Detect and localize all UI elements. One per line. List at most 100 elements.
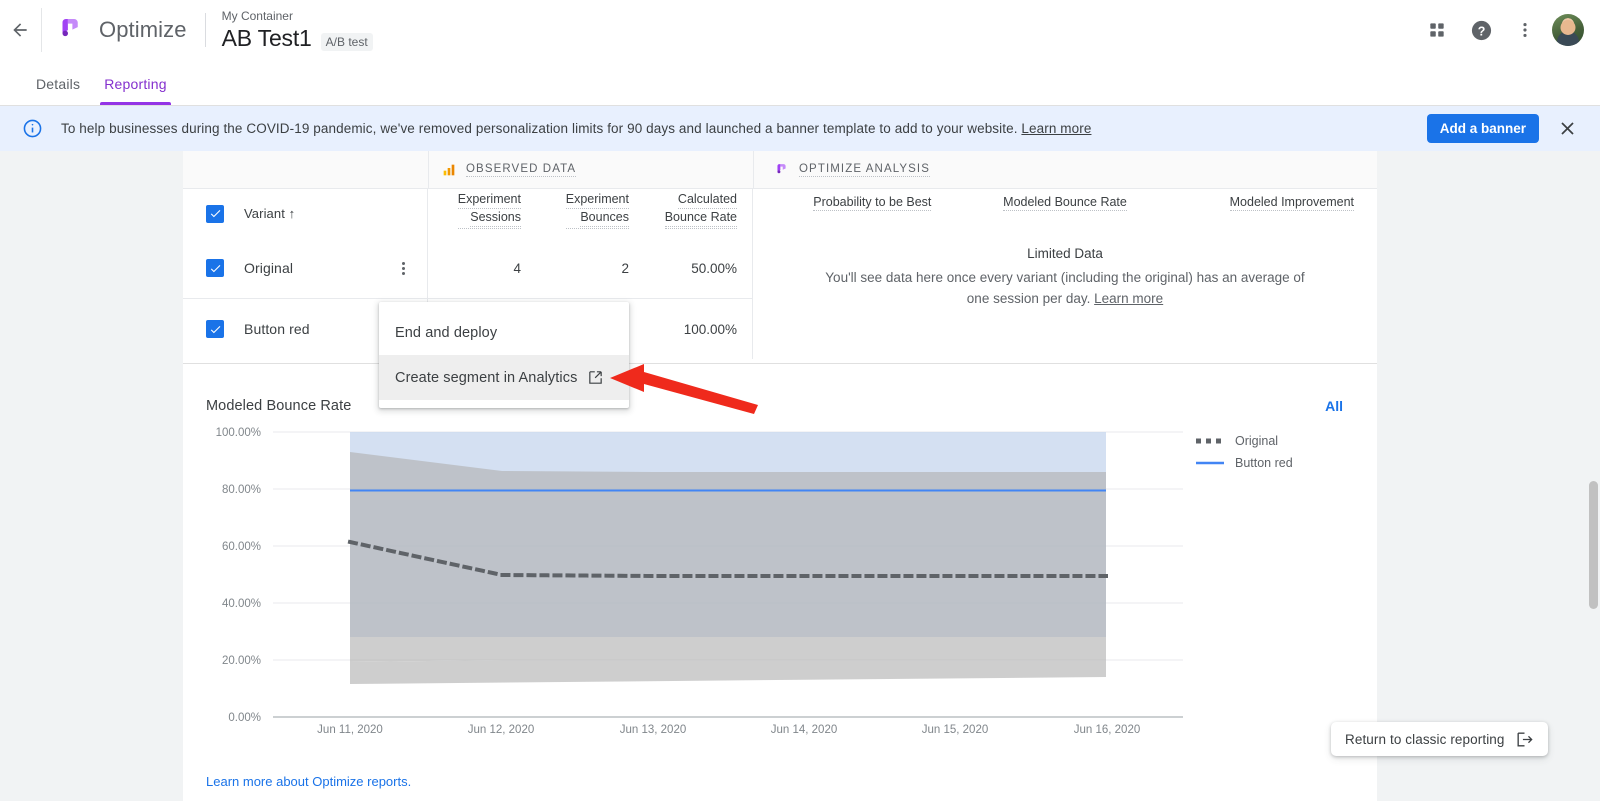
notice-text: To help businesses during the COVID-19 p…	[61, 121, 1091, 136]
menu-item-label: End and deploy	[395, 325, 497, 341]
experiment-title-block: My Container AB Test1 A/B test	[222, 9, 373, 52]
limited-data-title: Limited Data	[813, 246, 1317, 261]
experiment-type-badge: A/B test	[321, 33, 373, 51]
help-glyph: ?	[1470, 19, 1493, 42]
chart-legend: Original Button red	[1195, 434, 1293, 470]
legend-item-original[interactable]: Original	[1195, 434, 1293, 448]
analysis-headers: Probability to be Best Modeled Bounce Ra…	[753, 189, 1377, 238]
more-vert-icon[interactable]	[1508, 13, 1542, 47]
observed-headers: Experiment Sessions Experiment Bounces C…	[428, 189, 752, 238]
svg-text:?: ?	[1477, 24, 1485, 38]
close-icon[interactable]	[1557, 118, 1584, 139]
group-observed-data: OBSERVED DATA	[428, 151, 753, 188]
vertical-scrollbar-thumb[interactable]	[1589, 481, 1598, 609]
check-glyph	[209, 207, 222, 220]
chart-title: Modeled Bounce Rate	[206, 398, 351, 414]
svg-text:Jun 14, 2020: Jun 14, 2020	[771, 724, 838, 736]
limited-data-body: You'll see data here once every variant …	[813, 267, 1317, 309]
header-line-2: Bounce Rate	[665, 209, 737, 227]
page-title: AB Test1	[222, 25, 312, 52]
exit-to-app-icon	[1515, 730, 1534, 749]
svg-text:60.00%: 60.00%	[222, 541, 261, 553]
legend-swatch-solid	[1195, 460, 1225, 466]
container-name: My Container	[222, 9, 373, 24]
close-glyph	[1557, 118, 1578, 139]
header-line-1: Experiment	[566, 191, 629, 209]
notice-message: To help businesses during the COVID-19 p…	[61, 121, 1018, 136]
svg-text:20.00%: 20.00%	[222, 655, 261, 667]
chart-svg: 100.00% 80.00% 60.00% 40.00% 20.00% 0.00…	[183, 422, 1377, 762]
menu-item-end-and-deploy[interactable]: End and deploy	[379, 310, 629, 355]
limited-learn-more-link[interactable]: Learn more	[1094, 291, 1163, 306]
help-circle-icon[interactable]: ?	[1464, 13, 1498, 47]
chart-y-axis-labels: 100.00% 80.00% 60.00% 40.00% 20.00% 0.00…	[216, 427, 261, 724]
limited-data-message: Limited Data You'll see data here once e…	[753, 238, 1377, 309]
limited-body-line-2: one session per day.	[967, 291, 1091, 306]
select-all-checkbox[interactable]	[206, 205, 224, 223]
header-line-2: Sessions	[470, 209, 521, 227]
row-checkbox-original[interactable]	[206, 259, 224, 277]
tab-bar: Details Reporting	[0, 60, 1600, 106]
check-glyph	[209, 323, 222, 336]
svg-text:Jun 15, 2020: Jun 15, 2020	[922, 724, 989, 736]
topbar-divider	[41, 8, 42, 52]
return-to-classic-reporting-button[interactable]: Return to classic reporting	[1331, 722, 1548, 756]
back-arrow-icon[interactable]	[5, 15, 35, 45]
tab-details[interactable]: Details	[24, 76, 92, 105]
group-observed-label: OBSERVED DATA	[466, 163, 576, 177]
classic-label: Return to classic reporting	[1345, 732, 1505, 747]
chart-all-link[interactable]: All	[1325, 398, 1343, 414]
chart-x-axis-labels: Jun 11, 2020 Jun 12, 2020 Jun 13, 2020 J…	[317, 724, 1140, 736]
header-experiment-sessions[interactable]: Experiment Sessions	[428, 191, 536, 229]
chart-header: Modeled Bounce Rate All	[183, 364, 1377, 422]
modeled-bounce-rate-chart: 100.00% 80.00% 60.00% 40.00% 20.00% 0.00…	[183, 422, 1377, 762]
brand-name: Optimize	[99, 17, 187, 43]
group-analysis-label: OPTIMIZE ANALYSIS	[799, 163, 930, 177]
header-probability-to-be-best[interactable]: Probability to be Best	[776, 193, 969, 211]
row-label-button-red: Button red	[244, 321, 310, 337]
tab-reporting[interactable]: Reporting	[92, 76, 179, 105]
cell-bounce-rate-original: 50.00%	[644, 261, 752, 276]
avatar[interactable]	[1552, 14, 1584, 46]
svg-text:Jun 16, 2020: Jun 16, 2020	[1074, 724, 1141, 736]
row-label-original: Original	[244, 260, 293, 276]
variant-header-label[interactable]: Variant ↑	[244, 206, 295, 221]
legend-item-button-red[interactable]: Button red	[1195, 456, 1293, 470]
apps-grid-icon[interactable]	[1420, 13, 1454, 47]
topbar-actions: ?	[1420, 13, 1600, 47]
top-app-bar: Optimize My Container AB Test1 A/B test …	[0, 0, 1600, 60]
header-line-2: Bounces	[580, 209, 629, 227]
add-a-banner-button[interactable]: Add a banner	[1427, 114, 1539, 143]
header-line-1: Experiment	[458, 191, 521, 209]
apps-grid-glyph	[1427, 20, 1447, 40]
brand-area[interactable]: Optimize	[56, 15, 187, 45]
header-modeled-improvement[interactable]: Modeled Improvement	[1161, 193, 1354, 211]
header-modeled-bounce-rate[interactable]: Modeled Bounce Rate	[969, 193, 1162, 211]
notice-learn-more-link[interactable]: Learn more	[1021, 121, 1091, 136]
header-calculated-bounce-rate[interactable]: Calculated Bounce Rate	[644, 191, 752, 229]
svg-text:40.00%: 40.00%	[222, 598, 261, 610]
legend-swatch-dashed	[1195, 438, 1225, 444]
legend-label-original: Original	[1235, 434, 1278, 448]
header-experiment-bounces[interactable]: Experiment Bounces	[536, 191, 644, 229]
menu-item-create-segment-in-analytics[interactable]: Create segment in Analytics	[379, 355, 629, 400]
info-circle-icon	[22, 118, 43, 139]
band-original-lower	[350, 660, 1106, 684]
cell-sessions-original: 4	[428, 261, 536, 276]
info-glyph	[22, 118, 43, 139]
learn-more-reports-link[interactable]: Learn more about Optimize reports.	[206, 774, 411, 789]
group-blank-cell	[183, 151, 428, 188]
optimize-logo-icon	[774, 162, 790, 178]
more-vert-glyph	[1515, 20, 1535, 40]
table-group-header: OBSERVED DATA OPTIMIZE ANALYSIS	[183, 151, 1377, 189]
row-menu-icon-original[interactable]	[402, 262, 405, 275]
svg-text:Jun 13, 2020: Jun 13, 2020	[620, 724, 687, 736]
open-in-new-icon	[587, 369, 604, 386]
header-line-1: Calculated	[678, 191, 737, 209]
row-checkbox-button-red[interactable]	[206, 320, 224, 338]
svg-text:Jun 12, 2020: Jun 12, 2020	[468, 724, 535, 736]
optimize-reporting-page: Optimize My Container AB Test1 A/B test …	[0, 0, 1600, 801]
report-card: OBSERVED DATA OPTIMIZE ANALYSIS	[183, 151, 1377, 801]
svg-text:80.00%: 80.00%	[222, 484, 261, 496]
arrow-back-glyph	[10, 20, 30, 40]
